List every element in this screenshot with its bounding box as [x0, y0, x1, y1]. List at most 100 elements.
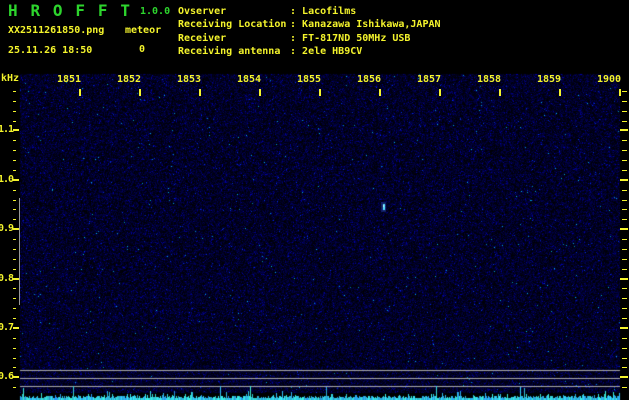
info-label: Receiving antenna: [178, 45, 281, 57]
freq-minor-tick: [13, 318, 16, 320]
time-tick-label: 1855: [297, 74, 322, 85]
time-tick: [499, 89, 501, 96]
freq-minor-tick: [622, 169, 627, 171]
time-tick: [439, 89, 441, 96]
freq-minor-tick: [13, 347, 16, 349]
time-tick: [379, 89, 381, 96]
output-filename: XX2511261850.png: [8, 25, 105, 36]
station-info: Ovserver: Lacofilms Receiving Location: K…: [178, 5, 628, 58]
freq-minor-tick: [622, 110, 627, 112]
info-colon: :: [290, 6, 303, 17]
time-tick: [319, 89, 321, 96]
time-tick-label: 1900: [597, 74, 622, 85]
freq-minor-tick: [13, 199, 16, 201]
freq-minor-tick: [622, 189, 627, 191]
freq-tick-label: 0.6: [0, 371, 14, 383]
info-value: FT-817ND 50MHz USB: [302, 32, 411, 44]
freq-minor-tick: [13, 140, 16, 142]
freq-minor-tick: [622, 150, 627, 152]
freq-major-tick: [620, 376, 628, 379]
freq-minor-tick: [13, 150, 16, 152]
time-tick-label: 1857: [417, 74, 442, 85]
freq-tick-label: 0.9: [0, 223, 14, 235]
freq-minor-tick: [622, 357, 627, 359]
freq-minor-tick: [622, 367, 627, 369]
freq-minor-tick: [622, 239, 627, 241]
freq-minor-tick: [13, 91, 16, 92]
freq-minor-tick: [13, 288, 16, 290]
freq-minor-tick: [13, 169, 16, 171]
info-colon: :: [290, 45, 303, 57]
info-colon: :: [290, 19, 303, 31]
freq-minor-tick: [622, 160, 627, 162]
freq-minor-tick: [13, 209, 16, 211]
freq-minor-tick: [622, 387, 627, 389]
info-row: Receiving Location: Kanazawa Ishikawa,JA…: [178, 18, 628, 31]
freq-minor-tick: [13, 189, 16, 191]
time-tick-label: 1859: [537, 74, 562, 85]
freq-minor-tick: [13, 298, 16, 300]
freq-minor-tick: [13, 268, 16, 270]
info-value: 2ele HB9CV: [302, 45, 363, 57]
freq-minor-tick: [13, 219, 16, 221]
app-title: H R O F F T: [8, 1, 132, 20]
freq-minor-tick: [13, 258, 16, 260]
info-value: Kanazawa Ishikawa,JAPAN: [302, 19, 441, 31]
time-tick-label: 1858: [477, 74, 502, 85]
freq-minor-tick: [622, 91, 627, 92]
freq-minor-tick: [13, 160, 16, 162]
mode-label: meteor: [125, 25, 162, 36]
info-label: Receiving Location: [178, 19, 287, 31]
info-row: Ovserver: Lacofilms: [178, 5, 628, 18]
freq-major-tick: [620, 178, 628, 181]
freq-minor-tick: [622, 209, 627, 211]
spectrogram-canvas: [0, 0, 629, 400]
time-tick-label: 1854: [237, 74, 262, 85]
freq-minor-tick: [13, 308, 16, 310]
freq-minor-tick: [622, 308, 627, 310]
info-row: Receiving antenna: 2ele HB9CV: [178, 45, 628, 58]
freq-major-tick: [13, 129, 19, 132]
freq-minor-tick: [622, 298, 627, 300]
freq-tick-label: 0.8: [0, 272, 14, 284]
freq-minor-tick: [622, 140, 627, 142]
freq-minor-tick: [13, 337, 16, 339]
freq-tick-label: 0.7: [0, 321, 14, 333]
freq-major-tick: [13, 326, 19, 329]
freq-minor-tick: [622, 120, 627, 122]
freq-minor-tick: [13, 120, 16, 122]
time-tick-label: 1851: [57, 74, 82, 85]
info-label: Receiver: [178, 32, 227, 44]
freq-minor-tick: [13, 367, 16, 369]
hrofft-screen: H R O F F T 1.0.0 XX2511261850.png meteo…: [0, 0, 629, 400]
time-tick-label: 1853: [177, 74, 202, 85]
freq-minor-tick: [13, 387, 16, 389]
freq-minor-tick: [13, 110, 16, 112]
freq-minor-tick: [622, 318, 627, 320]
freq-axis-unit: kHz: [1, 73, 20, 84]
freq-minor-tick: [13, 357, 16, 359]
time-tick-label: 1856: [357, 74, 382, 85]
freq-major-tick: [13, 376, 19, 379]
info-label: Ovserver: [178, 6, 227, 17]
time-tick: [199, 89, 201, 96]
freq-major-tick: [13, 277, 19, 280]
meteor-count: 0: [139, 44, 146, 55]
freq-major-tick: [620, 277, 628, 280]
timestamp: 25.11.26 18:50: [8, 45, 93, 56]
freq-major-tick: [13, 178, 19, 181]
freq-minor-tick: [622, 288, 627, 290]
freq-major-tick: [620, 326, 628, 329]
freq-minor-tick: [622, 219, 627, 221]
freq-minor-tick: [622, 268, 627, 270]
freq-minor-tick: [13, 100, 16, 102]
time-tick: [559, 89, 561, 96]
freq-tick-label: 1.0: [0, 173, 14, 185]
freq-minor-tick: [13, 239, 16, 241]
freq-minor-tick: [622, 347, 627, 349]
freq-minor-tick: [622, 258, 627, 260]
time-tick: [259, 89, 261, 96]
app-version: 1.0.0: [140, 6, 171, 17]
freq-minor-tick: [622, 337, 627, 339]
freq-minor-tick: [13, 248, 16, 250]
